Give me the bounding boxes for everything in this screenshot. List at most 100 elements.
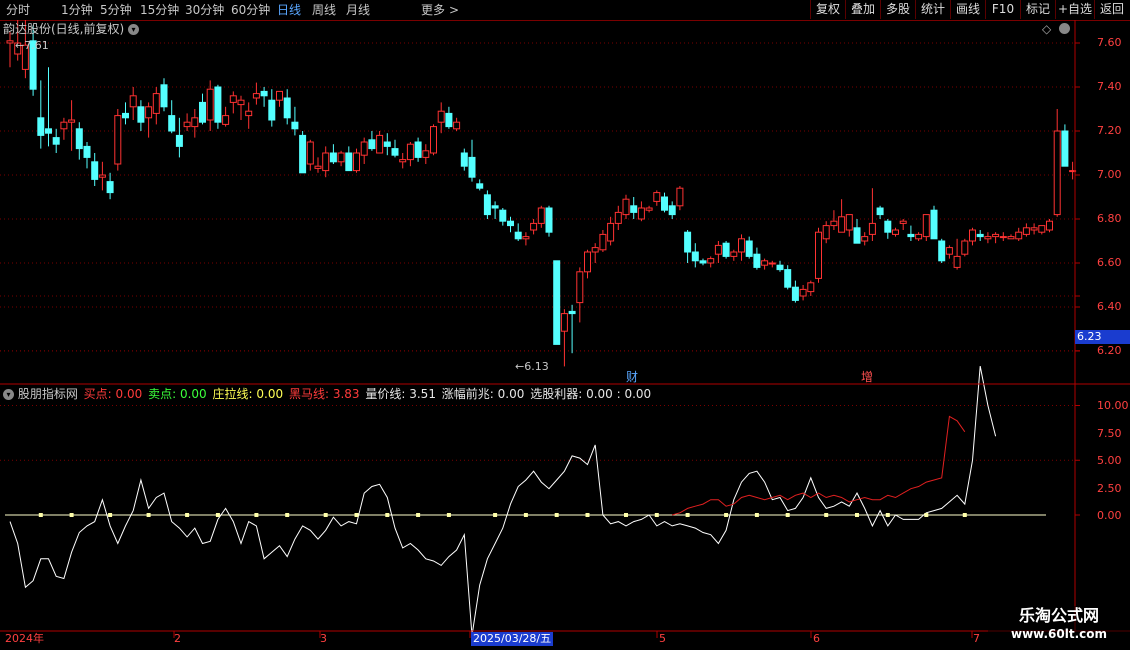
period-tab[interactable]: 60分钟 bbox=[231, 0, 270, 20]
dropdown-circle-icon[interactable]: ▾ bbox=[128, 24, 140, 35]
toolbar-button[interactable]: F10 bbox=[985, 0, 1020, 19]
candle-body bbox=[276, 90, 283, 101]
candle-body bbox=[483, 194, 491, 216]
period-tab[interactable]: 15分钟 bbox=[140, 0, 179, 20]
indicator-value: 0.00 : 0.00 bbox=[586, 387, 652, 401]
indicator-item: 庄拉线: 0.00 bbox=[213, 387, 284, 401]
indicator-label: 买点: bbox=[83, 387, 112, 401]
settings-circle-icon[interactable] bbox=[1059, 23, 1070, 34]
indicator-tick-label: 10.00 bbox=[1097, 399, 1129, 412]
candle-body bbox=[91, 161, 99, 180]
marker-point bbox=[824, 513, 829, 517]
marker-point bbox=[785, 513, 790, 517]
stock-chart[interactable] bbox=[0, 20, 1130, 650]
indicator-value: 0.00 bbox=[179, 387, 207, 401]
current-price-badge: 6.23 bbox=[1075, 330, 1130, 344]
candle-body bbox=[838, 216, 846, 233]
candle-body bbox=[822, 225, 830, 240]
time-axis-label: 3 bbox=[320, 632, 327, 645]
event-marker-finance[interactable]: 财 bbox=[626, 370, 638, 384]
indicator-tick-label: 2.50 bbox=[1097, 482, 1122, 495]
marker-point bbox=[724, 513, 729, 517]
candle-body bbox=[145, 106, 153, 119]
period-tab[interactable]: 30分钟 bbox=[185, 0, 224, 20]
candle-body bbox=[414, 141, 422, 158]
candle-body bbox=[183, 121, 191, 128]
candlestick-layer bbox=[6, 20, 1077, 367]
candle-body bbox=[6, 40, 14, 44]
candle-body bbox=[222, 115, 230, 125]
toolbar-button[interactable]: 画线 bbox=[950, 0, 985, 19]
chevron-right-icon[interactable]: > bbox=[449, 0, 459, 20]
price-tick-label: 6.20 bbox=[1097, 344, 1122, 357]
price-tick-label: 6.80 bbox=[1097, 212, 1122, 225]
candle-body bbox=[614, 211, 622, 224]
candle-body bbox=[137, 106, 145, 123]
price-tick-label: 7.20 bbox=[1097, 124, 1122, 137]
candle-body bbox=[622, 198, 630, 216]
candle-body bbox=[630, 205, 638, 213]
candle-body bbox=[714, 244, 722, 255]
candle-body bbox=[699, 260, 707, 264]
indicator-label: 选股利器: bbox=[530, 387, 583, 401]
candle-body bbox=[668, 205, 676, 216]
candle-body bbox=[730, 251, 738, 257]
candle-body bbox=[45, 128, 52, 134]
candle-body bbox=[345, 152, 353, 172]
toolbar-button[interactable]: 叠加 bbox=[845, 0, 880, 19]
toolbar-button[interactable]: 多股 bbox=[880, 0, 915, 19]
candle-body bbox=[491, 205, 499, 209]
candle-body bbox=[1038, 225, 1046, 233]
price-tick-label: 6.40 bbox=[1097, 300, 1122, 313]
dropdown-circle-icon[interactable]: ▾ bbox=[3, 389, 14, 400]
candle-body bbox=[206, 88, 214, 121]
candle-body bbox=[999, 236, 1007, 239]
period-tab[interactable]: 月线 bbox=[346, 0, 370, 20]
candle-body bbox=[738, 238, 745, 253]
candle-body bbox=[329, 152, 337, 163]
candle-body bbox=[52, 137, 60, 145]
candle-body bbox=[537, 207, 545, 224]
candle-body bbox=[445, 112, 453, 128]
period-tab-active[interactable]: 日线 bbox=[277, 0, 301, 20]
diamond-icon[interactable]: ◇ bbox=[1042, 22, 1051, 36]
high-price-value: 7.61 bbox=[24, 39, 49, 52]
candle-body bbox=[152, 93, 160, 114]
candle-body bbox=[791, 286, 799, 301]
period-tab[interactable]: 5分钟 bbox=[100, 0, 132, 20]
toolbar-button[interactable]: 返回 bbox=[1094, 0, 1129, 19]
indicator-tick-label: 7.50 bbox=[1097, 427, 1122, 440]
candle-body bbox=[353, 152, 360, 172]
indicator-value: 0.00 bbox=[115, 387, 143, 401]
event-marker-increase[interactable]: 增 bbox=[861, 370, 873, 384]
toolbar-button[interactable]: 标记 bbox=[1020, 0, 1055, 19]
candle-body bbox=[568, 310, 576, 315]
indicator-value: 0.00 bbox=[256, 387, 284, 401]
marker-point bbox=[493, 513, 498, 517]
period-tab[interactable]: 1分钟 bbox=[61, 0, 93, 20]
candle-body bbox=[522, 236, 530, 240]
marker-point bbox=[69, 513, 74, 517]
candle-body bbox=[430, 126, 437, 154]
candle-body bbox=[784, 269, 792, 288]
candle-body bbox=[815, 231, 822, 279]
period-tab[interactable]: 周线 bbox=[312, 0, 336, 20]
indicator-item: 选股利器: 0.00 : 0.00 bbox=[530, 387, 651, 401]
candle-body bbox=[391, 148, 399, 156]
candle-body bbox=[507, 220, 514, 227]
candle-body bbox=[584, 251, 591, 273]
candle-body bbox=[322, 152, 330, 172]
candle-body bbox=[260, 90, 268, 97]
candle-body bbox=[807, 282, 815, 293]
candle-body bbox=[468, 156, 476, 178]
candle-body bbox=[460, 152, 468, 167]
period-tab[interactable]: 更多 bbox=[421, 0, 445, 20]
toolbar-button[interactable]: 复权 bbox=[810, 0, 845, 19]
candle-body bbox=[175, 134, 183, 147]
toolbar-button[interactable]: +自选 bbox=[1055, 0, 1094, 19]
toolbar-button[interactable]: 统计 bbox=[915, 0, 950, 19]
candle-body bbox=[768, 262, 776, 265]
candle-body bbox=[376, 134, 384, 154]
period-tab[interactable]: 分时 bbox=[6, 0, 30, 20]
candle-body bbox=[283, 97, 291, 119]
